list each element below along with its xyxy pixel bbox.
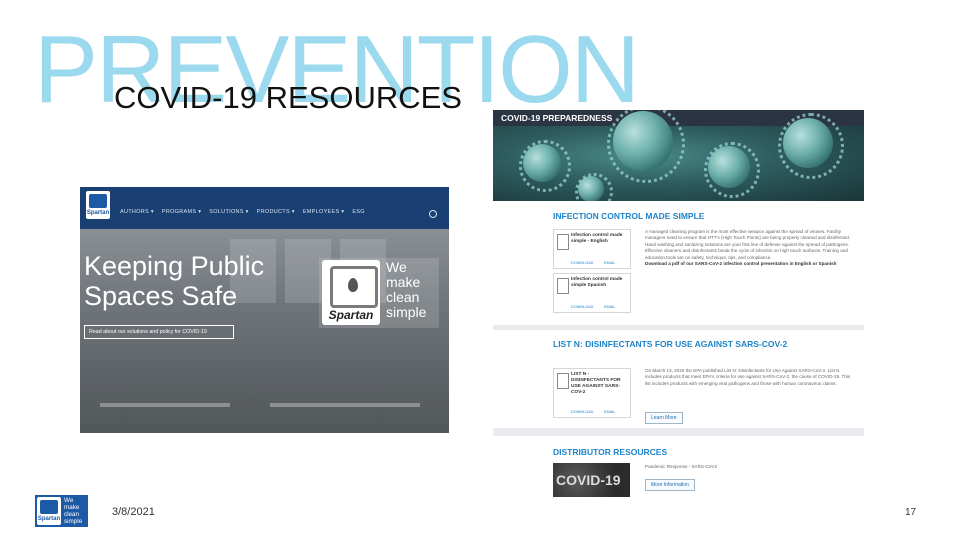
website-nav-bar: Spartan AUTHORS ▾ PROGRAMS ▾ SOLUTIONS ▾…: [80, 187, 449, 229]
email-link[interactable]: EMAIL: [604, 410, 615, 414]
thumbnail-text: COVID-19: [556, 472, 621, 488]
footer-logo-tagline: We make clean simple: [64, 497, 83, 525]
doc-card-list-n[interactable]: LIST N - DISINFECTANTS FOR USE AGAINST S…: [553, 368, 631, 418]
more-information-button[interactable]: More Information: [645, 479, 695, 491]
document-icon: [557, 234, 569, 250]
infection-body-text: A managed cleaning program is the most e…: [645, 229, 851, 260]
infection-control-section: INFECTION CONTROL MADE SIMPLE Infection …: [493, 201, 864, 325]
doc-title: LIST N - DISINFECTANTS FOR USE AGAINST S…: [571, 372, 621, 395]
nav-item-solutions[interactable]: SOLUTIONS ▾: [209, 209, 248, 215]
virus-particle-icon: [778, 113, 844, 179]
virus-particle-icon: [703, 141, 761, 199]
download-link[interactable]: DOWNLOAD: [571, 261, 593, 265]
covid-19-thumbnail[interactable]: COVID-19: [553, 463, 630, 497]
slide-date: 3/8/2021: [112, 506, 155, 518]
document-icon: [557, 373, 569, 389]
doc-title: Infection control made simple Spanish: [571, 277, 623, 288]
hero-headline: Keeping Public Spaces Safe: [84, 251, 265, 311]
list-n-body: On March 13, 2020 the EPA published List…: [645, 368, 851, 386]
infection-body-bold: Download a pdf of our SARS-CoV-2 infecti…: [645, 261, 837, 267]
brand-panel: Spartan We make clean simple: [319, 258, 439, 328]
spartan-logo-icon: Spartan: [37, 497, 61, 525]
banner-title: COVID-19 PREPAREDNESS: [501, 113, 613, 123]
search-icon[interactable]: [429, 210, 437, 218]
list-n-heading: LIST N: DISINFECTANTS FOR USE AGAINST SA…: [553, 339, 788, 349]
spartan-website-screenshot: Spartan AUTHORS ▾ PROGRAMS ▾ SOLUTIONS ▾…: [80, 187, 449, 433]
slide-title: COVID-19 RESOURCES: [114, 80, 462, 115]
page-number: 17: [905, 507, 917, 518]
nav-item-employees[interactable]: EMPLOYEES ▾: [303, 209, 345, 215]
spartan-footer-logo: Spartan We make clean simple: [35, 495, 88, 527]
nav-item-products[interactable]: PRODUCTS ▾: [257, 209, 295, 215]
distributor-heading: DISTRIBUTOR RESOURCES: [553, 447, 668, 457]
email-link[interactable]: EMAIL: [604, 261, 615, 265]
nav-item-esg[interactable]: ESG: [352, 209, 365, 215]
infection-control-heading: INFECTION CONTROL MADE SIMPLE: [553, 211, 705, 221]
covid-preparedness-page-screenshot: COVID-19 PREPAREDNESS INFECTION CONTROL …: [493, 110, 864, 506]
nav-item-authors[interactable]: AUTHORS ▾: [120, 209, 154, 215]
download-link[interactable]: DOWNLOAD: [571, 410, 593, 414]
website-nav-links: AUTHORS ▾ PROGRAMS ▾ SOLUTIONS ▾ PRODUCT…: [120, 209, 365, 215]
virus-particle-icon: [607, 110, 685, 183]
email-link[interactable]: EMAIL: [604, 305, 615, 309]
covid-policy-cta-button[interactable]: Read about our solutions and policy for …: [84, 325, 234, 339]
doc-card-english[interactable]: Infection control made simple - English …: [553, 229, 631, 269]
doc-card-spanish[interactable]: Infection control made simple Spanish DO…: [553, 273, 631, 313]
download-link[interactable]: DOWNLOAD: [571, 305, 593, 309]
infection-control-body: A managed cleaning program is the most e…: [645, 229, 855, 267]
document-icon: [557, 278, 569, 294]
virus-particle-icon: [519, 140, 571, 192]
brand-tagline: We make clean simple: [386, 259, 427, 320]
list-n-section: LIST N: DISINFECTANTS FOR USE AGAINST SA…: [493, 330, 864, 428]
distributor-resources-section: DISTRIBUTOR RESOURCES COVID-19 Pandemic …: [493, 436, 864, 506]
learn-more-button[interactable]: Learn More: [645, 412, 683, 424]
doc-title: Infection control made simple - English: [571, 233, 623, 244]
distributor-item-title: Pandemic Response - SARS-CoV2: [645, 464, 718, 469]
virus-particle-icon: [575, 173, 613, 211]
spartan-logo-icon[interactable]: Spartan: [86, 191, 110, 219]
spartan-brand-mark-icon: Spartan: [322, 260, 380, 325]
footer-logo-brand: Spartan: [37, 516, 61, 522]
logo-text: Spartan: [86, 210, 110, 216]
nav-item-programs[interactable]: PROGRAMS ▾: [162, 209, 201, 215]
virus-hero-image: [493, 110, 864, 211]
brand-wordmark: Spartan: [328, 308, 374, 322]
